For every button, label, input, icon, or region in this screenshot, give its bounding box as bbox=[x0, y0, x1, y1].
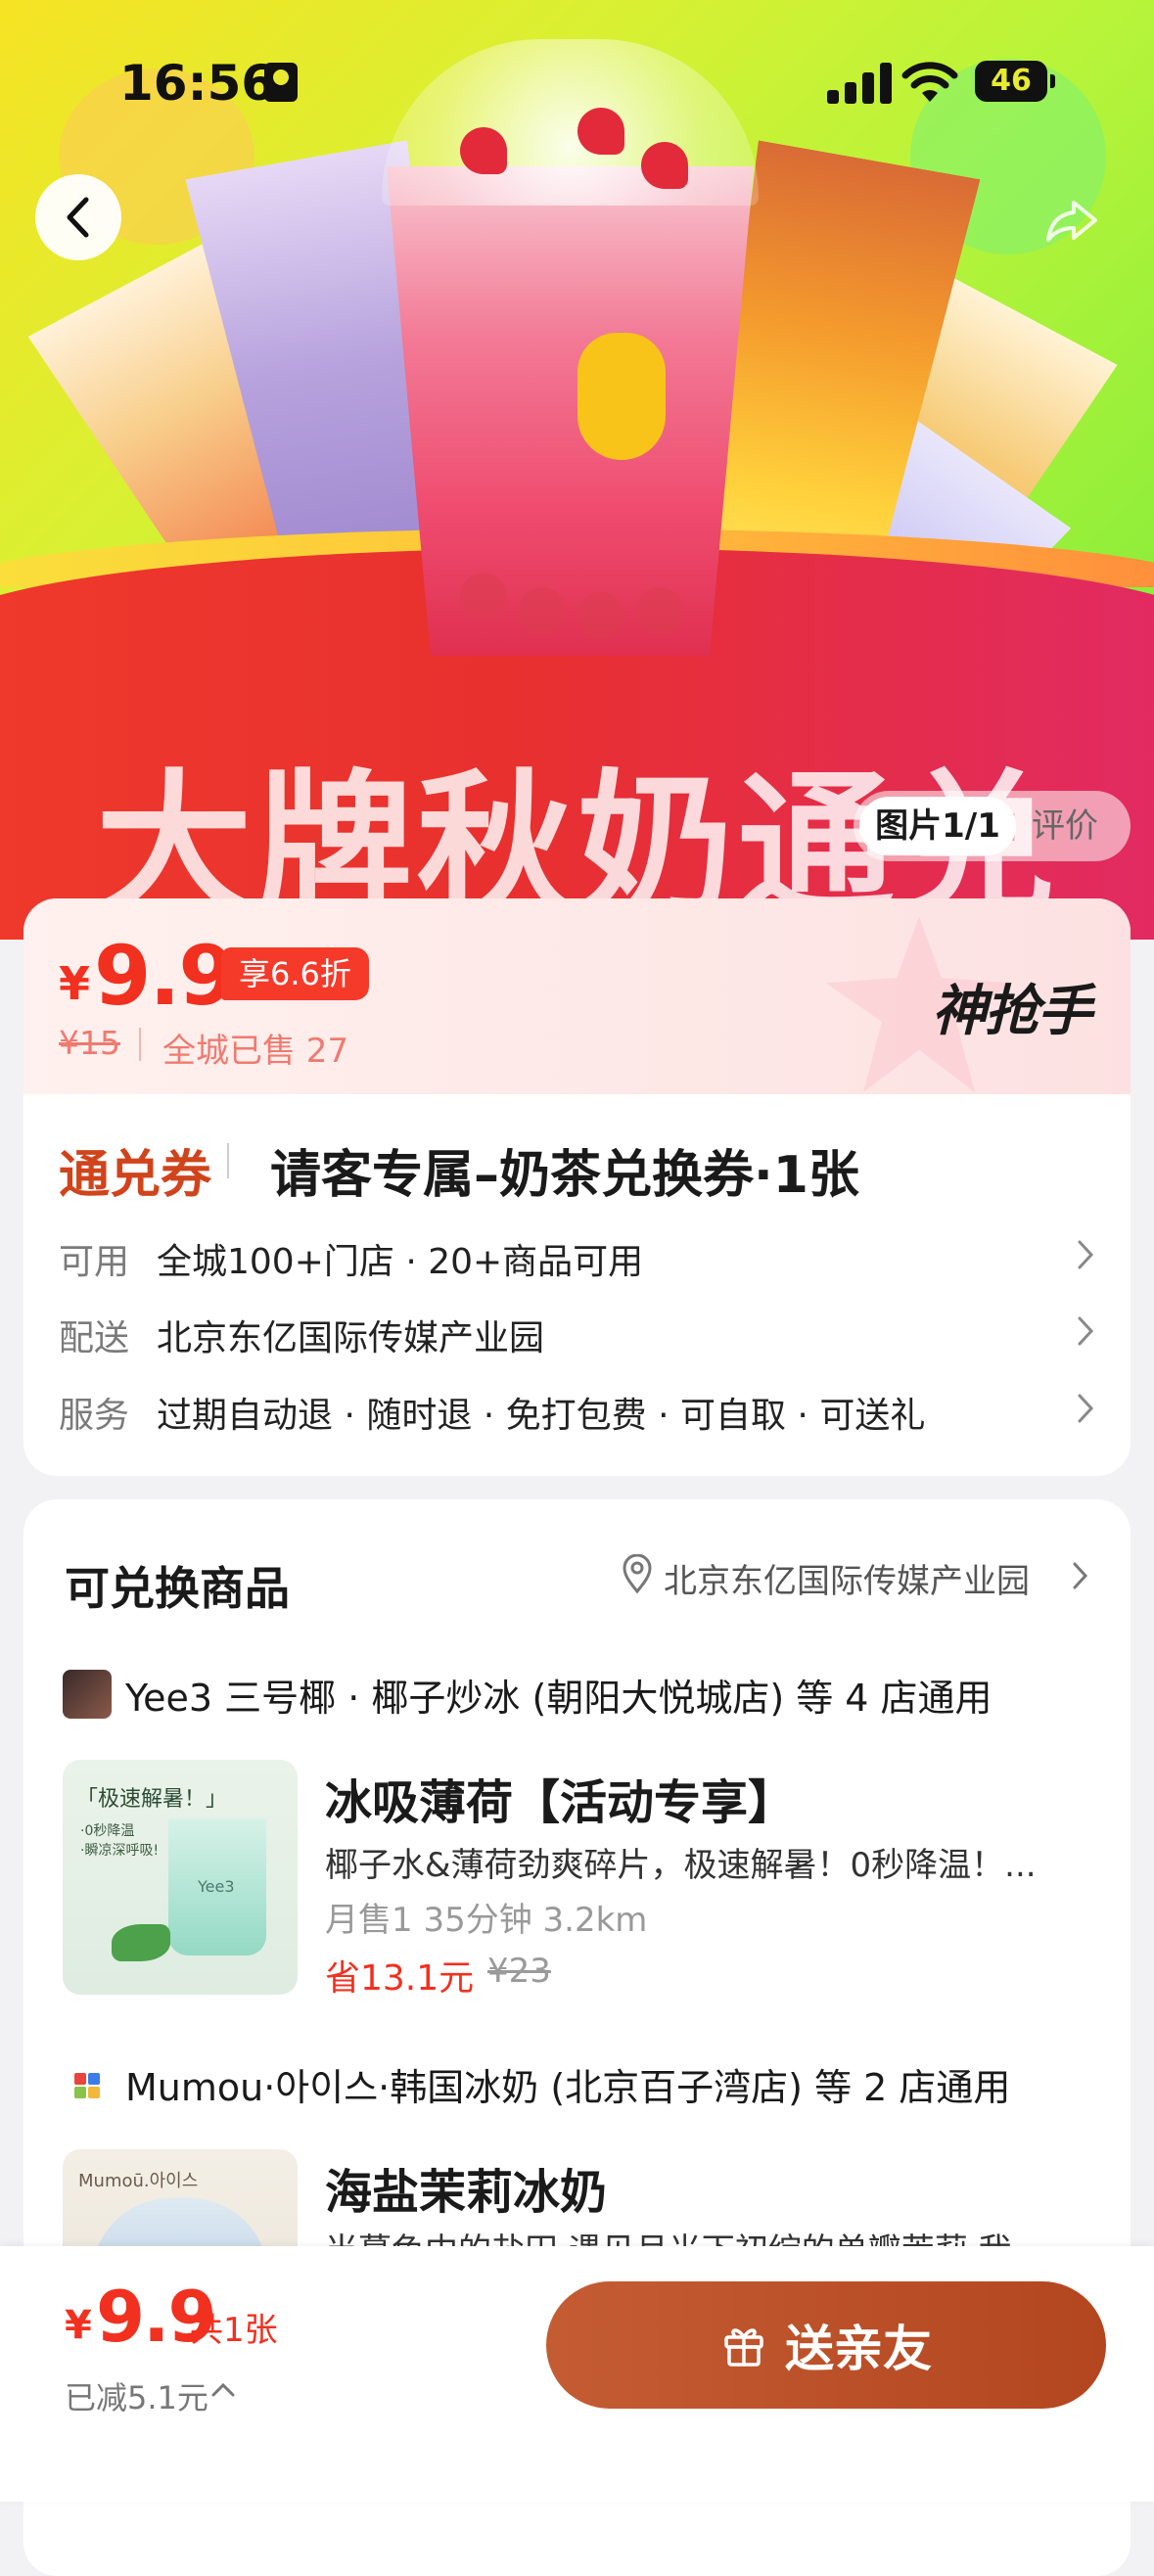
info-label: 配送 bbox=[59, 1318, 130, 1358]
chevron-right-icon bbox=[1078, 1240, 1094, 1269]
product-image[interactable]: 「极速解暑！」 ·0秒降温 ·瞬凉深呼吸! Yee3 bbox=[63, 1760, 298, 1995]
boba bbox=[519, 587, 566, 634]
price-value: 9.9 bbox=[94, 928, 236, 1024]
reduced-amount[interactable]: 已减5.1元 bbox=[65, 2373, 208, 2418]
chevron-right-icon bbox=[1078, 1316, 1094, 1346]
boba bbox=[460, 573, 507, 620]
product-name[interactable]: 冰吸薄荷【活动专享】 bbox=[325, 1764, 795, 1832]
discount-badge: 享6.6折 bbox=[221, 947, 369, 1000]
info-row-availability[interactable]: 可用 全城100+门店 · 20+商品可用 bbox=[59, 1233, 1096, 1292]
store-name[interactable]: Yee3 三号椰 · 椰子炒冰 (朝阳大悦城店) 等 4 店通用 bbox=[125, 1668, 992, 1722]
chevron-right-icon bbox=[1073, 1562, 1088, 1589]
tab-reviews[interactable]: 评价 bbox=[1032, 791, 1098, 861]
gift-icon bbox=[724, 2328, 763, 2367]
info-row-delivery[interactable]: 配送 北京东亿国际传媒产业园 bbox=[59, 1310, 1096, 1368]
logo-dot bbox=[88, 2087, 100, 2098]
voucher-count: 共1张 bbox=[190, 2311, 278, 2350]
share-button[interactable] bbox=[1033, 181, 1111, 259]
voucher-info-card: ¥ 9.9 享6.6折 ¥15 全城已售 27 神抢手 通兑券 请客专属–奶茶兑… bbox=[23, 898, 1131, 1476]
section-title: 可兑换商品 bbox=[65, 1562, 290, 1615]
back-button[interactable] bbox=[35, 174, 121, 260]
info-label: 可用 bbox=[59, 1242, 130, 1282]
chevron-right-icon bbox=[1078, 1394, 1094, 1423]
product-description: 椰子水&薄荷劲爽碎片，极速解暑！0秒降温！... bbox=[325, 1846, 1037, 1885]
image-tab-switcher: 图片1/1 评价 bbox=[854, 791, 1131, 861]
price-currency: ¥ bbox=[59, 957, 91, 1010]
voucher-title: 请客专属–奶茶兑换券·1张 bbox=[270, 1146, 859, 1205]
store-logo-yee3 bbox=[63, 1670, 112, 1719]
boba bbox=[636, 587, 683, 634]
voucher-tag-label: 通兑券 bbox=[59, 1146, 212, 1205]
status-time: 16:56 bbox=[119, 55, 276, 112]
product-image-subtext: ·0秒降温 bbox=[80, 1823, 135, 1839]
sold-count: 全城已售 27 bbox=[162, 1032, 349, 1071]
logo-dot bbox=[74, 2087, 86, 2098]
drink-cup: Yee3 bbox=[168, 1818, 266, 1955]
info-row-service[interactable]: 服务 过期自动退 · 随时退 · 免打包费 · 可自取 · 可送礼 bbox=[59, 1387, 1096, 1446]
product-image-caption: 「极速解暑！」 bbox=[76, 1787, 228, 1812]
chevron-up-icon[interactable] bbox=[209, 2377, 237, 2403]
chevron-left-icon bbox=[67, 197, 89, 238]
total-currency: ¥ bbox=[65, 2303, 92, 2348]
share-icon bbox=[1046, 201, 1097, 242]
battery-indicator: 46 bbox=[975, 61, 1055, 102]
product-original-price: ¥23 bbox=[487, 1952, 551, 1991]
divider bbox=[139, 1028, 141, 1061]
mint-leaves bbox=[112, 1924, 170, 1961]
info-value: 北京东亿国际传媒产业园 bbox=[157, 1318, 545, 1358]
location-selector[interactable]: 北京东亿国际传媒产业园 bbox=[621, 1548, 1090, 1607]
logo-dot bbox=[74, 2073, 86, 2085]
location-text: 北京东亿国际传媒产业园 bbox=[664, 1562, 1030, 1601]
divider bbox=[227, 1143, 229, 1178]
store-name[interactable]: Mumou·아이스·韩国冰奶 (北京百子湾店) 等 2 店通用 bbox=[125, 2057, 1010, 2111]
product-savings: 省13.1元 bbox=[325, 1958, 475, 1999]
location-pin-icon bbox=[623, 1554, 652, 1593]
tab-images[interactable]: 图片1/1 bbox=[859, 797, 1016, 855]
product-image-subtext: ·瞬凉深呼吸! bbox=[80, 1843, 160, 1859]
bottom-action-bar: ¥ 9.9 共1张 已减5.1元 送亲友 bbox=[0, 2246, 1154, 2502]
gift-button-label: 送亲友 bbox=[785, 2321, 932, 2377]
info-label: 服务 bbox=[59, 1396, 130, 1436]
logo-dot bbox=[88, 2073, 100, 2085]
price-section: ¥ 9.9 享6.6折 ¥15 全城已售 27 神抢手 bbox=[23, 898, 1131, 1094]
info-value: 过期自动退 · 随时退 · 免打包费 · 可自取 · 可送礼 bbox=[157, 1396, 926, 1436]
original-price: ¥15 bbox=[59, 1024, 120, 1062]
info-value: 全城100+门店 · 20+商品可用 bbox=[157, 1242, 644, 1282]
product-meta: 月售1 35分钟 3.2km bbox=[325, 1901, 648, 1940]
voucher-tag: 通兑券 bbox=[59, 1133, 211, 1207]
cellular-signal-icon bbox=[827, 59, 896, 104]
brand-logo: 神抢手 bbox=[932, 980, 1092, 1043]
boba bbox=[577, 592, 624, 639]
status-bar: 16:56 46 bbox=[0, 0, 1154, 166]
product-image-brand: Mumoū.아이스 bbox=[78, 2171, 199, 2191]
wifi-icon bbox=[901, 62, 958, 102]
store-logo-mumou bbox=[63, 2063, 112, 2112]
drink-strawberry bbox=[387, 166, 754, 656]
cup-brand: Yee3 bbox=[198, 1877, 235, 1896]
contact-card-icon bbox=[264, 63, 298, 102]
cup-logo bbox=[577, 333, 666, 460]
product-name[interactable]: 海盐茉莉冰奶 bbox=[325, 2153, 607, 2222]
gift-to-friends-button[interactable]: 送亲友 bbox=[546, 2281, 1106, 2409]
